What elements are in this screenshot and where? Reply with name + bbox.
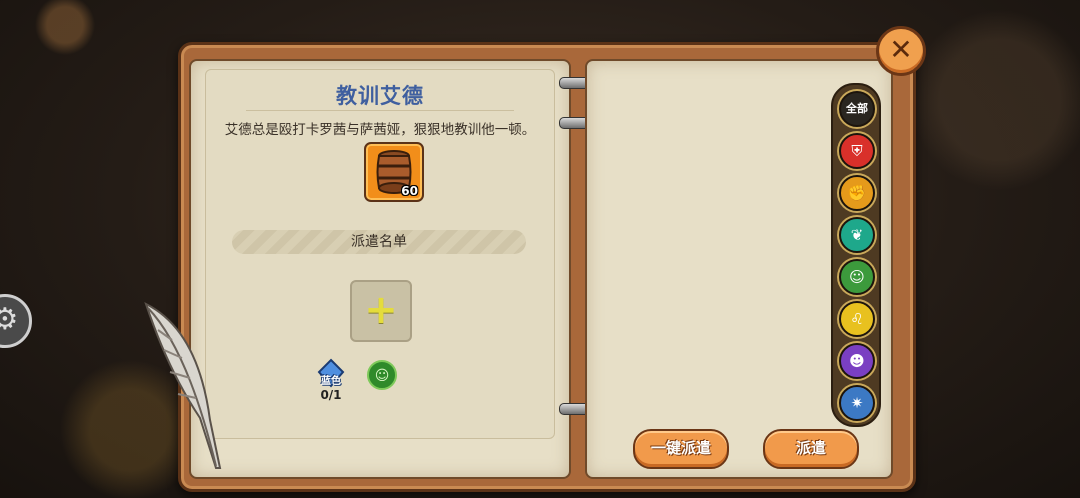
- quest-book: 教训艾德 艾德总是殴打卡罗茜与萨茜娅，狠狠地教训他一顿。 60 派遣名单 + 蓝…: [178, 42, 916, 492]
- reward-count: 60: [401, 184, 418, 198]
- mask-icon[interactable]: ☺: [839, 259, 875, 295]
- reward-item[interactable]: 60: [364, 142, 424, 202]
- close-icon: ✕: [889, 33, 913, 66]
- compass-icon[interactable]: ✷: [839, 385, 875, 421]
- close-button[interactable]: ✕: [876, 26, 926, 76]
- filter-all-label: 全部: [846, 102, 868, 115]
- add-hero-slot[interactable]: +: [350, 280, 412, 342]
- right-page: 全部 ⛨ ✊ ❦ ☺ ♌ ☻ ✷ 一键派遣 派遣: [585, 59, 893, 479]
- quest-description: 艾德总是殴打卡罗茜与萨茜娅，狠狠地教训他一顿。: [224, 122, 536, 138]
- quest-panel: 教训艾德 艾德总是殴打卡罗茜与萨茜娅，狠狠地教训他一顿。 60 派遣名单 + 蓝…: [205, 69, 555, 439]
- dispatch-button[interactable]: 派遣: [763, 429, 859, 469]
- settings-gear-icon[interactable]: ⚙: [0, 294, 32, 348]
- left-page: 教训艾德 艾德总是殴打卡罗茜与萨茜娅，狠狠地教训他一顿。 60 派遣名单 + 蓝…: [189, 59, 571, 479]
- plus-icon: +: [364, 287, 398, 333]
- svg-text:☺: ☺: [375, 368, 390, 384]
- monkey-icon[interactable]: ☻: [839, 343, 875, 379]
- filter-all-button[interactable]: 全部: [839, 91, 875, 127]
- sword-shield-icon[interactable]: ⛨: [839, 133, 875, 169]
- mask-icon: ☺: [367, 360, 397, 390]
- leaf-icon[interactable]: ❦: [839, 217, 875, 253]
- lion-icon[interactable]: ♌: [839, 301, 875, 337]
- quill-icon: [144, 302, 222, 469]
- rarity-label: 蓝色: [321, 376, 341, 387]
- title-divider: [246, 110, 514, 111]
- filter-sidebar: 全部 ⛨ ✊ ❦ ☺ ♌ ☻ ✷: [831, 83, 881, 427]
- requirement-count: 0/1: [320, 388, 342, 402]
- auto-dispatch-button[interactable]: 一键派遣: [633, 429, 729, 469]
- dispatch-list-header: 派遣名单: [232, 230, 526, 254]
- quest-title: 教训艾德: [336, 84, 424, 108]
- fist-icon[interactable]: ✊: [839, 175, 875, 211]
